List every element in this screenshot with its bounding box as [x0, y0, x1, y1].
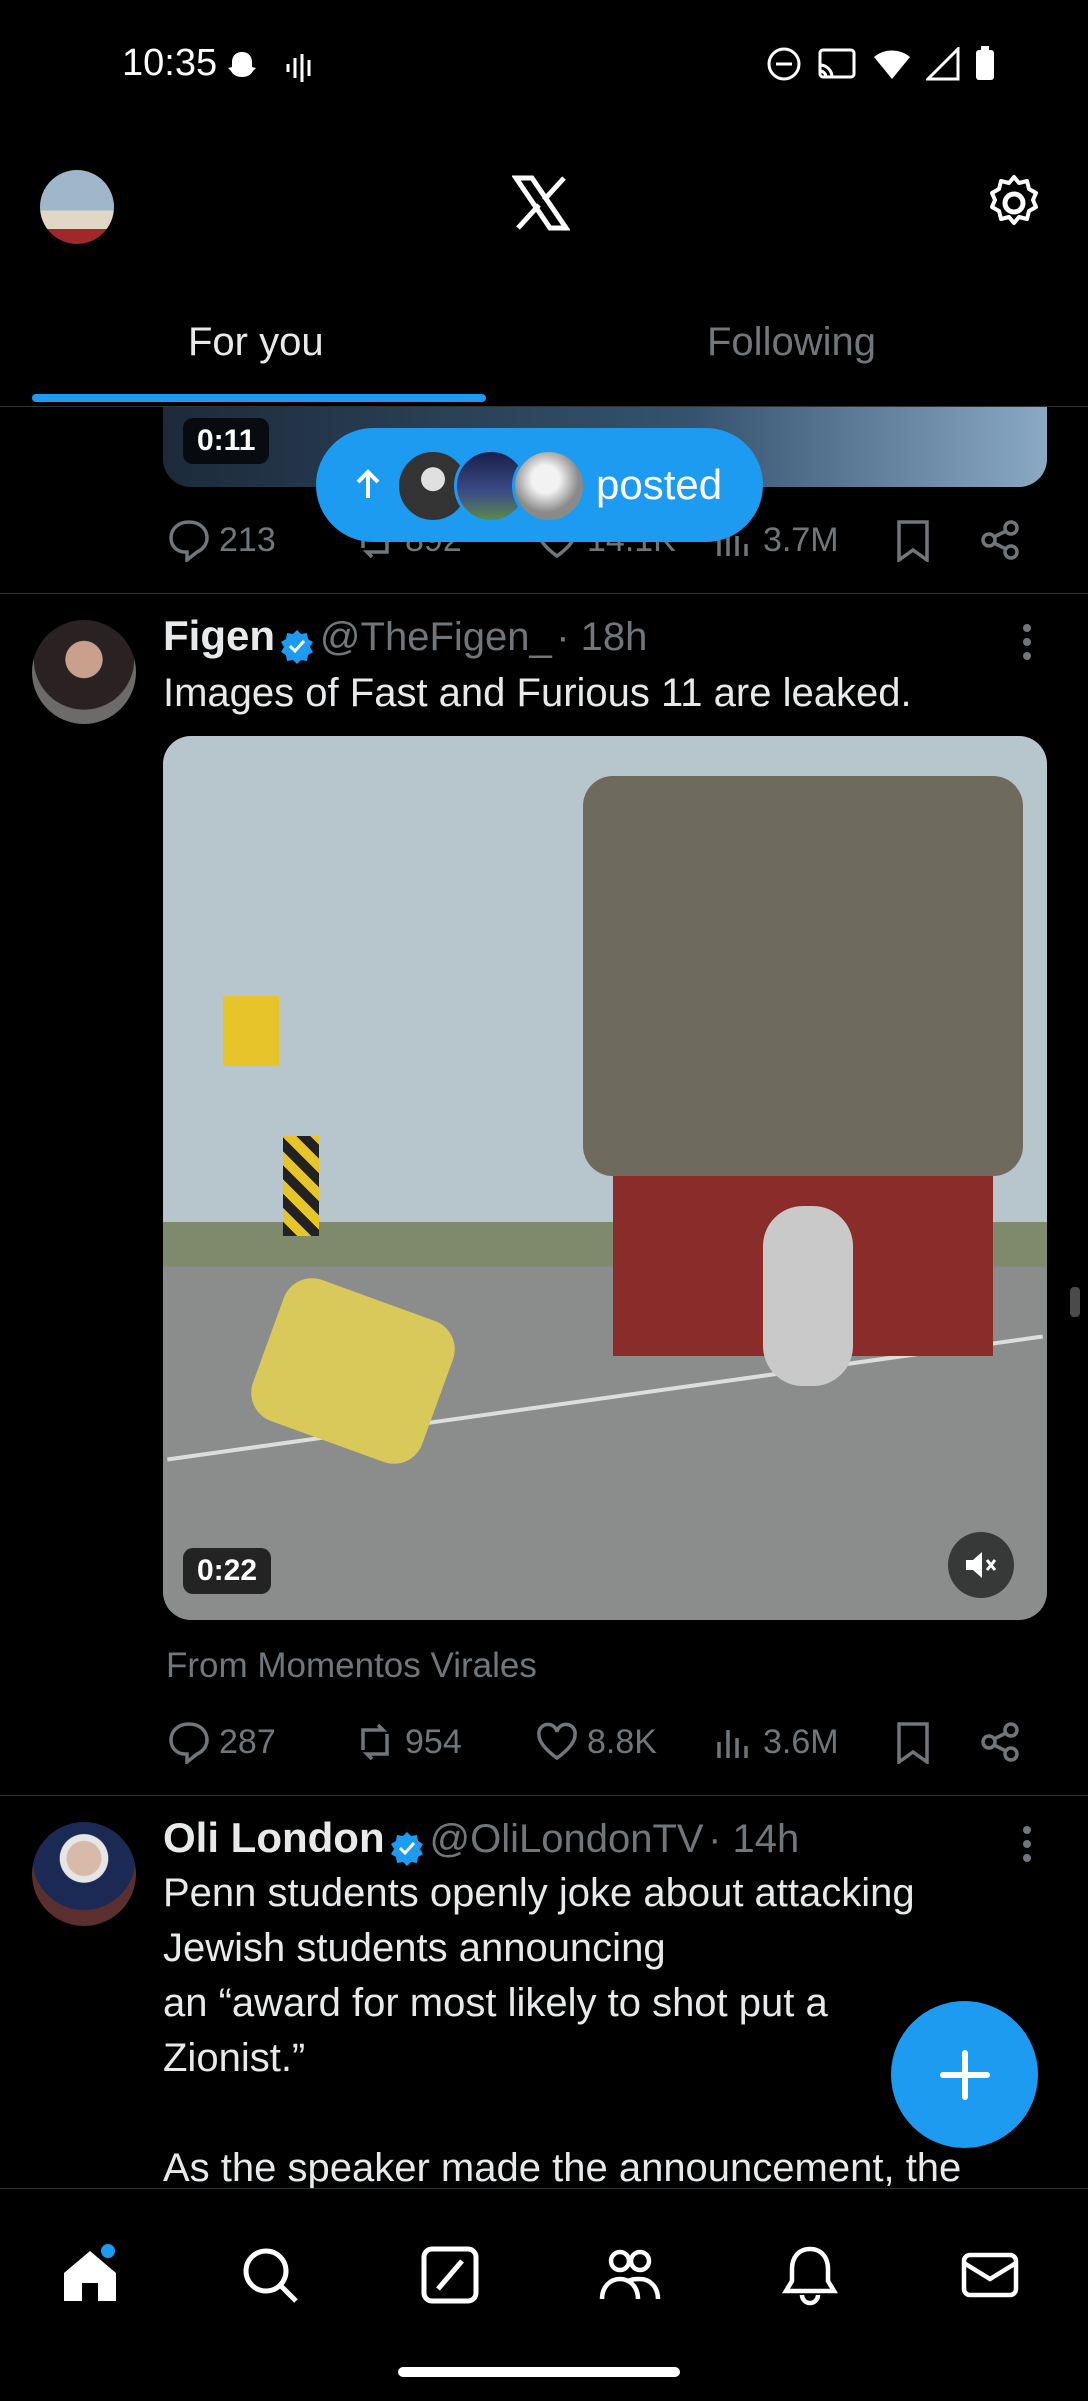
- tweet-author-handle[interactable]: @TheFigen_: [320, 615, 552, 659]
- plus-icon: [939, 2049, 990, 2100]
- bottom-navigation: [0, 2188, 1088, 2401]
- battery-icon: [976, 46, 994, 80]
- reply-icon: [169, 520, 209, 562]
- tab-for-you[interactable]: For you: [188, 320, 324, 365]
- home-icon[interactable]: [58, 2243, 122, 2307]
- wifi-icon: [874, 50, 910, 79]
- divider: [0, 1795, 1088, 1796]
- reply-button[interactable]: 287: [167, 1720, 276, 1764]
- notifications-icon[interactable]: [778, 2243, 842, 2307]
- tweet-text: Images of Fast and Furious 11 are leaked…: [163, 671, 912, 715]
- mute-button[interactable]: [948, 1532, 1014, 1598]
- status-bar: 10:35: [0, 0, 1088, 130]
- signal-icon: [926, 47, 960, 81]
- grok-icon[interactable]: [418, 2243, 482, 2307]
- tweet2-line: Jewish students announcing: [163, 1926, 666, 1970]
- muted-speaker-icon: [966, 1552, 997, 1578]
- audio-wave-icon: [286, 54, 311, 82]
- new-posts-pill[interactable]: posted: [316, 428, 763, 542]
- profile-avatar[interactable]: [40, 170, 114, 244]
- cast-icon: [818, 48, 856, 79]
- dnd-icon: [767, 47, 801, 81]
- like-count: 8.8K: [587, 1722, 657, 1761]
- tweet2-author-name[interactable]: Oli London: [163, 1814, 385, 1861]
- settings-gear-icon[interactable]: [984, 173, 1044, 233]
- video-duration: 0:22: [183, 1548, 272, 1594]
- tweet-video[interactable]: [163, 736, 1047, 1620]
- share-icon[interactable]: [979, 518, 1023, 562]
- tweet2-author-handle[interactable]: @OliLondonTV: [430, 1817, 704, 1861]
- video-source[interactable]: From Momentos Virales: [166, 1646, 537, 1686]
- arrow-up-icon: [356, 469, 380, 498]
- snapchat-icon: [228, 52, 256, 77]
- scrollbar[interactable]: [1070, 1287, 1080, 1317]
- tweet-avatar-figen[interactable]: [32, 620, 136, 724]
- status-time: 10:35: [122, 42, 218, 84]
- pill-label: posted: [596, 461, 723, 508]
- tweet2-line: Penn students openly joke about attackin…: [163, 1871, 915, 1915]
- tweet2-header: Oli London @OliLondonTV · 14h: [163, 1814, 799, 1866]
- verified-badge-icon: [281, 629, 314, 664]
- views-button[interactable]: 3.6M: [711, 1720, 839, 1764]
- heart-icon: [537, 1722, 577, 1761]
- prev-video-duration: 0:11: [183, 418, 270, 464]
- more-options-icon[interactable]: [1012, 1822, 1042, 1866]
- tweet-header: Figen @TheFigen_ · 18h: [163, 612, 647, 664]
- messages-icon[interactable]: [958, 2243, 1022, 2307]
- like-button[interactable]: 8.8K: [535, 1720, 657, 1764]
- verified-badge-icon: [391, 1831, 424, 1866]
- more-options-icon[interactable]: [1012, 620, 1042, 664]
- truck-cargo: [583, 776, 1023, 1176]
- repost-count: 954: [405, 1722, 462, 1761]
- reply-icon: [169, 1722, 209, 1764]
- pill-avatar-3: [512, 449, 586, 523]
- divider: [0, 593, 1088, 594]
- timeline-tabs: For you Following: [0, 290, 1088, 407]
- tweet2-time: · 14h: [708, 1817, 800, 1861]
- reply-count: 287: [219, 1722, 276, 1761]
- prev-reply-button[interactable]: 213: [167, 518, 276, 562]
- bookmark-icon[interactable]: [891, 1720, 935, 1764]
- tweet-time: · 18h: [556, 615, 648, 659]
- rider: [763, 1206, 853, 1386]
- repost-button[interactable]: 954: [353, 1720, 462, 1764]
- status-icons: [766, 46, 996, 82]
- pill-avatars: [396, 449, 586, 523]
- tweet-avatar-oli-london[interactable]: [32, 1822, 136, 1926]
- bookmark-icon[interactable]: [891, 518, 935, 562]
- communities-icon[interactable]: [598, 2243, 662, 2307]
- active-tab-indicator: [32, 394, 486, 402]
- prev-reply-count: 213: [219, 520, 276, 559]
- compose-fab-button[interactable]: [891, 2001, 1038, 2148]
- tweet-author-name[interactable]: Figen: [163, 612, 275, 659]
- views-count: 3.6M: [763, 1722, 839, 1761]
- search-icon[interactable]: [238, 2243, 302, 2307]
- tweet-actions: 287 954 8.8K 3.6M: [163, 1718, 1047, 1768]
- repost-icon: [361, 1723, 389, 1761]
- gesture-handle[interactable]: [398, 2367, 680, 2377]
- x-logo-icon[interactable]: [512, 174, 570, 232]
- prev-views-count: 3.7M: [763, 520, 839, 559]
- share-icon[interactable]: [979, 1720, 1023, 1764]
- road-sign: [283, 1136, 319, 1236]
- road-sign: [223, 996, 279, 1066]
- tab-following[interactable]: Following: [707, 320, 876, 365]
- views-icon: [717, 1730, 748, 1758]
